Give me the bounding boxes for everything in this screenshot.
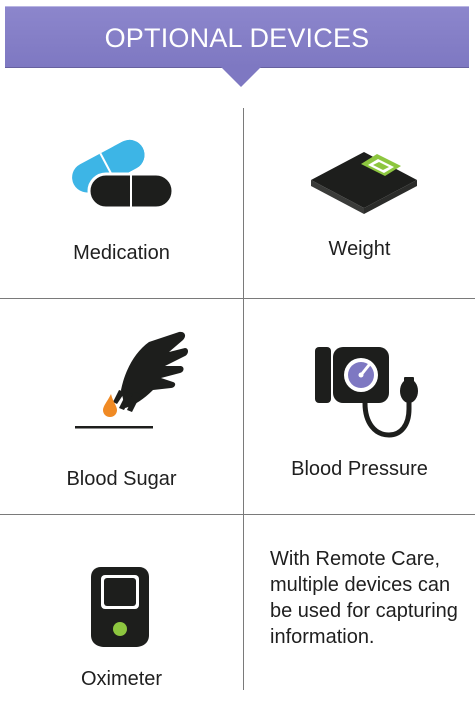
device-label-blood-pressure: Blood Pressure <box>291 458 428 480</box>
device-label-oximeter: Oximeter <box>80 668 163 690</box>
grid-divider-horizontal <box>0 514 475 515</box>
info-text-line: multiple devices can <box>270 574 451 596</box>
info-text: With Remote Care, multiple devices can b… <box>270 546 470 650</box>
blood-pressure-cuff-icon <box>313 343 425 444</box>
header-banner: OPTIONAL DEVICES <box>5 6 469 68</box>
grid-divider-vertical <box>243 108 244 690</box>
grid-divider-horizontal <box>0 298 475 299</box>
device-label-medication: Medication <box>73 242 170 264</box>
info-text-line: be used for capturing <box>270 600 458 622</box>
info-text-line: With Remote Care, <box>270 548 441 570</box>
page-title: OPTIONAL DEVICES <box>104 23 370 53</box>
scale-icon <box>309 150 419 221</box>
pill-capsule-icon <box>67 138 177 221</box>
oximeter-icon <box>89 565 151 654</box>
hand-blood-drop-icon <box>73 330 193 437</box>
device-label-weight: Weight <box>328 238 391 260</box>
banner-pointer <box>221 67 261 87</box>
info-text-line: information. <box>270 626 375 648</box>
device-label-blood-sugar: Blood Sugar <box>66 468 177 490</box>
